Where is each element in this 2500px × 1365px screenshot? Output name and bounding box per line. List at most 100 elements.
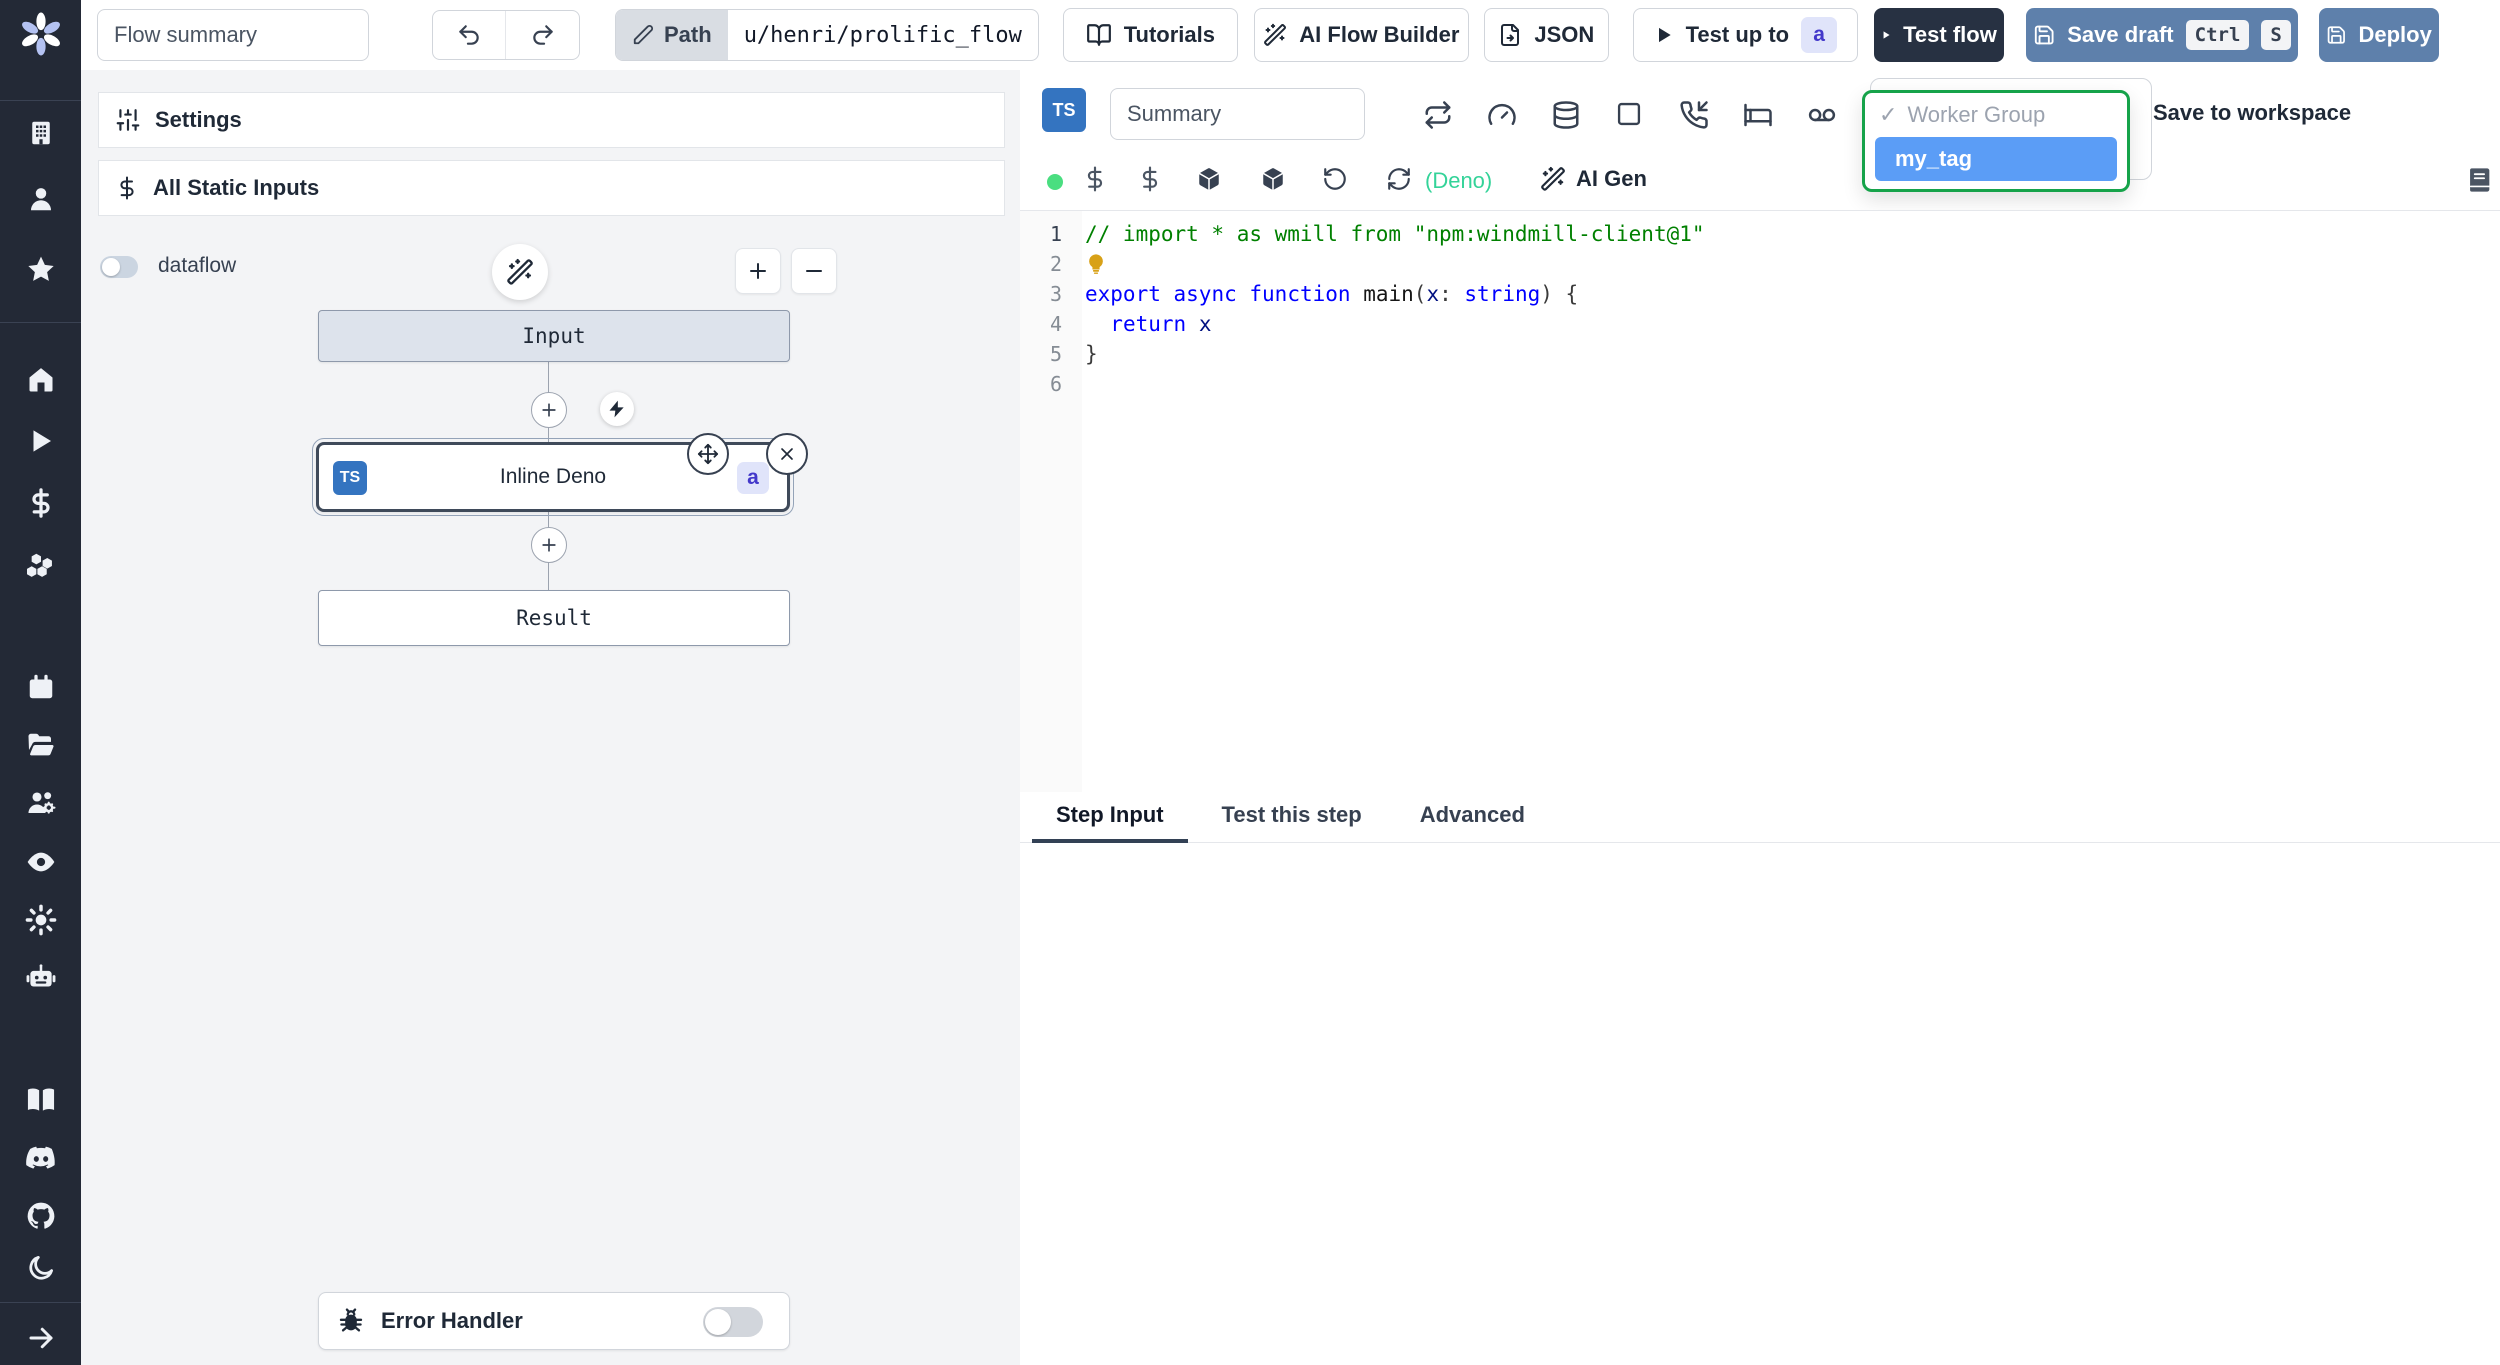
package-button-2[interactable] bbox=[1260, 166, 1286, 192]
undo-button[interactable] bbox=[433, 11, 506, 59]
dataflow-toggle[interactable] bbox=[100, 256, 138, 278]
code-line[interactable]: 2 bbox=[1020, 249, 2500, 279]
sidebar-collapse-button[interactable] bbox=[0, 1312, 81, 1364]
play-icon bbox=[1883, 31, 1890, 39]
sidebar-item-settings[interactable] bbox=[0, 894, 81, 946]
sidebar-item-discord[interactable] bbox=[0, 1132, 81, 1184]
add-step-button-top[interactable] bbox=[531, 392, 567, 428]
bed-icon bbox=[1744, 103, 1772, 127]
code-line[interactable]: 6 bbox=[1020, 369, 2500, 399]
lightning-icon bbox=[609, 400, 624, 418]
sidebar-item-github[interactable] bbox=[0, 1190, 81, 1242]
play-icon bbox=[33, 430, 51, 452]
sidebar-item-groups[interactable] bbox=[0, 777, 81, 829]
tab-step-input[interactable]: Step Input bbox=[1032, 792, 1188, 843]
line-number: 5 bbox=[1049, 342, 1062, 366]
early-stop-button[interactable] bbox=[1487, 100, 1517, 130]
voicemail-icon bbox=[1808, 108, 1836, 122]
code-editor[interactable]: 1// import * as wmill from "npm:windmill… bbox=[1020, 210, 2500, 793]
step-id-badge: a bbox=[737, 462, 769, 494]
code-line[interactable]: 5} bbox=[1020, 339, 2500, 369]
suspend-approval-button[interactable] bbox=[1679, 100, 1709, 130]
sidebar-item-folders[interactable] bbox=[0, 719, 81, 771]
code-line[interactable]: 4 return x bbox=[1020, 309, 2500, 339]
windmill-logo[interactable] bbox=[0, 8, 81, 60]
box-icon bbox=[1262, 168, 1284, 191]
flow-summary-input[interactable] bbox=[97, 9, 369, 61]
minus-icon bbox=[806, 270, 822, 272]
lightbulb-icon[interactable] bbox=[1085, 253, 1107, 275]
typescript-badge: TS bbox=[333, 461, 367, 495]
add-step-button-bottom[interactable] bbox=[531, 527, 567, 563]
sidebar-item-theme[interactable] bbox=[0, 1242, 81, 1294]
error-handler-bar[interactable]: Error Handler bbox=[318, 1292, 790, 1350]
tab-advanced[interactable]: Advanced bbox=[1396, 792, 1549, 843]
reset-code-button[interactable] bbox=[1322, 166, 1348, 192]
add-trigger-button[interactable] bbox=[600, 392, 634, 426]
sidebar-item-runs[interactable] bbox=[0, 415, 81, 467]
test-up-to-button[interactable]: Test up to a bbox=[1632, 8, 1858, 62]
ai-flow-builder-button[interactable]: AI Flow Builder bbox=[1253, 8, 1469, 62]
user-icon bbox=[30, 188, 51, 211]
worker-group-option-my-tag[interactable]: my_tag bbox=[1875, 137, 2117, 181]
move-step-handle[interactable] bbox=[687, 433, 729, 475]
dollar-icon bbox=[1142, 166, 1158, 192]
sidebar-item-user[interactable] bbox=[0, 173, 81, 225]
sidebar-item-resources[interactable] bbox=[0, 540, 81, 592]
resource-picker-button[interactable] bbox=[1137, 166, 1163, 192]
code-line[interactable]: 3 export async function main(x: string) { bbox=[1020, 279, 2500, 309]
undo-redo-group bbox=[432, 10, 580, 60]
sidebar-item-workers[interactable] bbox=[0, 952, 81, 1004]
kbd-s: S bbox=[2261, 20, 2291, 50]
folder-open-icon bbox=[28, 733, 54, 756]
step-summary-input[interactable] bbox=[1110, 88, 1365, 140]
sidebar-item-audit[interactable] bbox=[0, 836, 81, 888]
package-button-1[interactable] bbox=[1196, 166, 1222, 192]
status-dot bbox=[1047, 174, 1063, 190]
code-line[interactable]: 1// import * as wmill from "npm:windmill… bbox=[1020, 219, 2500, 249]
rotate-ccw-icon bbox=[1324, 168, 1346, 190]
tutorials-button[interactable]: Tutorials bbox=[1062, 8, 1238, 62]
variable-picker-button[interactable] bbox=[1082, 166, 1108, 192]
lifetime-button[interactable] bbox=[1807, 100, 1837, 130]
tab-test-this-step[interactable]: Test this step bbox=[1198, 792, 1386, 843]
step-tabs: Step Input Test this step Advanced bbox=[1020, 792, 2500, 843]
reload-runtime-button[interactable] bbox=[1386, 166, 1412, 192]
sidebar-item-favorites[interactable] bbox=[0, 244, 81, 296]
sidebar-item-schedules[interactable] bbox=[0, 661, 81, 713]
library-button[interactable] bbox=[2466, 166, 2494, 194]
worker-group-option-default[interactable]: ✓ Worker Group bbox=[1865, 93, 2127, 137]
cache-button[interactable] bbox=[1551, 100, 1581, 130]
sidebar-item-home[interactable] bbox=[0, 354, 81, 406]
zoom-in-button[interactable] bbox=[735, 248, 781, 294]
result-node[interactable]: Result bbox=[318, 590, 790, 646]
ai-wand-button[interactable] bbox=[492, 244, 548, 300]
save-draft-button[interactable]: Save draft Ctrl S bbox=[2025, 8, 2298, 62]
redo-button[interactable] bbox=[506, 11, 579, 59]
error-handler-toggle[interactable] bbox=[703, 1307, 763, 1337]
database-icon bbox=[1553, 101, 1579, 129]
retry-settings-button[interactable] bbox=[1423, 100, 1453, 130]
input-node[interactable]: Input bbox=[318, 310, 790, 362]
test-flow-button[interactable]: Test flow bbox=[1873, 8, 2004, 62]
delete-step-button[interactable] bbox=[766, 433, 808, 475]
path-value[interactable]: u/henri/prolific_flow bbox=[728, 23, 1038, 48]
plus-icon bbox=[542, 538, 556, 552]
sidebar-item-variables[interactable] bbox=[0, 477, 81, 529]
sidebar-item-workspace[interactable] bbox=[0, 107, 81, 159]
path-field[interactable]: Path u/henri/prolific_flow bbox=[615, 9, 1039, 61]
flow-settings-bar[interactable]: Settings bbox=[98, 92, 1005, 148]
json-button[interactable]: JSON bbox=[1483, 8, 1609, 62]
play-icon bbox=[1658, 27, 1671, 43]
sleep-button[interactable] bbox=[1743, 100, 1773, 130]
step-id-badge: a bbox=[1801, 17, 1838, 53]
deploy-button[interactable]: Deploy bbox=[2318, 8, 2439, 62]
mock-button[interactable] bbox=[1615, 100, 1643, 128]
sidebar-item-docs[interactable] bbox=[0, 1074, 81, 1126]
zoom-out-button[interactable] bbox=[791, 248, 837, 294]
ai-gen-button[interactable]: AI Gen bbox=[1540, 166, 1647, 192]
sidebar-divider bbox=[0, 1302, 81, 1303]
dollar-icon bbox=[31, 488, 50, 518]
all-static-inputs-bar[interactable]: All Static Inputs bbox=[98, 160, 1005, 216]
dollar-icon bbox=[120, 176, 134, 200]
